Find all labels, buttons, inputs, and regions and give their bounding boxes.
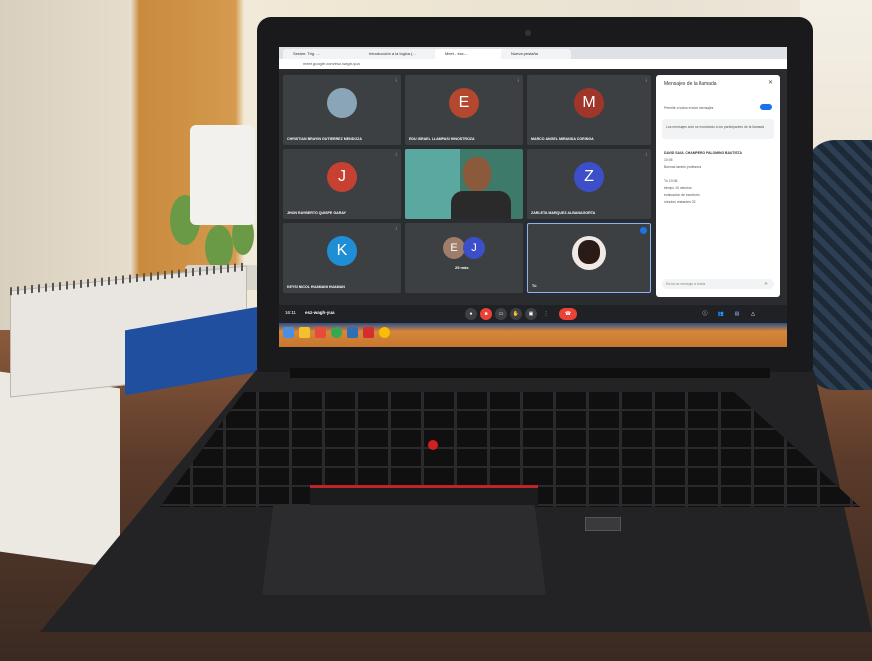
start-icon[interactable] bbox=[283, 327, 294, 338]
chat-panel-title: Mensajes de la llamada bbox=[664, 81, 717, 87]
speaker-body bbox=[451, 191, 511, 219]
webcam bbox=[525, 30, 531, 36]
avatar: M bbox=[574, 88, 604, 118]
browser-tab[interactable]: Introducción a la lógica (... bbox=[359, 49, 441, 59]
close-icon[interactable]: ✕ bbox=[768, 79, 773, 86]
more-options-icon[interactable] bbox=[640, 227, 647, 234]
chat-message: minutos restantes 02 bbox=[664, 200, 696, 204]
chat-icon[interactable]: ▤ bbox=[731, 308, 743, 320]
people-icon[interactable]: 👥 bbox=[715, 308, 727, 320]
avatar bbox=[327, 88, 357, 118]
address-bar[interactable]: meet.google.com/esz-wagh-yua bbox=[279, 59, 787, 69]
participant-tile: Z ⁝ ZARLETA MARQUEZ ALBANAGORTA bbox=[527, 149, 651, 219]
laptop-screen: Sesión: Trig. ... Introducción a la lógi… bbox=[279, 47, 787, 347]
mic-icon[interactable]: ● bbox=[465, 308, 477, 320]
chat-sender: DAVID SAUL CHAMPERO PALOMINO BAUTISTA bbox=[664, 151, 742, 155]
meet-control-bar: 16:11 esz-wagh-yua ● ■ ▭ ✋ ▣ ⋮ ☎ ⓘ 👥 ▤ △ bbox=[279, 305, 787, 323]
mic-off-icon: ⁝ bbox=[395, 78, 397, 84]
self-label: Tú bbox=[532, 284, 537, 288]
self-avatar-hair bbox=[578, 240, 600, 264]
avatar: E bbox=[443, 237, 465, 259]
app-icon[interactable] bbox=[315, 327, 326, 338]
meeting-time: 16:11 bbox=[285, 310, 296, 315]
mic-off-icon: ⁝ bbox=[395, 152, 397, 158]
browser-tab[interactable]: Nueva pestaña bbox=[501, 49, 571, 59]
mic-off-icon: ⁝ bbox=[645, 78, 647, 84]
present-icon[interactable]: ▣ bbox=[525, 308, 537, 320]
participant-tile: K ⁝ KEYSI NICOL HUAMANI HUAMAN bbox=[283, 223, 401, 293]
participant-name: EDU ISRAEL LLAMPASI HINOSTROZA bbox=[409, 137, 475, 141]
cushion bbox=[805, 140, 872, 390]
participant-name: ZARLETA MARQUEZ ALBANAGORTA bbox=[531, 211, 596, 215]
speaker-head bbox=[463, 157, 491, 191]
chat-panel: Mensajes de la llamada ✕ Permitir a todo… bbox=[656, 75, 780, 297]
os-taskbar bbox=[279, 323, 787, 347]
avatar: E bbox=[449, 88, 479, 118]
participant-name: JHON RAYBERTO QUISPE GARAY bbox=[287, 211, 346, 215]
mic-off-icon: ⁝ bbox=[645, 152, 647, 158]
chat-notice: Los mensajes solo se mostrarán a los par… bbox=[662, 119, 774, 139]
avatar: K bbox=[327, 236, 357, 266]
explorer-icon[interactable] bbox=[299, 327, 310, 338]
participant-tile: ⁝ CHRISTIAN BRAYIN GUTIERREZ MENDOZA bbox=[283, 75, 401, 145]
self-tile: Tú bbox=[527, 223, 651, 293]
browser-tab-bar: Sesión: Trig. ... Introducción a la lógi… bbox=[279, 47, 787, 59]
chat-message: tiempo 10 minutos bbox=[664, 186, 692, 190]
captions-icon[interactable]: ▭ bbox=[495, 308, 507, 320]
activities-icon[interactable]: △ bbox=[747, 308, 759, 320]
more-participants-tile[interactable]: E J 25 más bbox=[405, 223, 523, 293]
chrome-icon[interactable] bbox=[331, 327, 342, 338]
browser-tab[interactable]: Sesión: Trig. ... bbox=[283, 49, 365, 59]
more-count: 25 más bbox=[455, 265, 469, 270]
participant-name: KEYSI NICOL HUAMANI HUAMAN bbox=[287, 285, 345, 289]
mic-off-icon: ⁝ bbox=[517, 78, 519, 84]
papers-stack bbox=[0, 371, 120, 569]
camera-off-icon[interactable]: ■ bbox=[480, 308, 492, 320]
white-bag bbox=[190, 125, 255, 225]
avatar: J bbox=[463, 237, 485, 259]
end-call-icon[interactable]: ☎ bbox=[559, 308, 577, 320]
avatar: Z bbox=[574, 162, 604, 192]
touchpad bbox=[262, 505, 546, 595]
laptop-hinge bbox=[290, 368, 770, 378]
app-icon[interactable] bbox=[347, 327, 358, 338]
chat-toggle[interactable] bbox=[760, 104, 772, 110]
video-tile-speaker bbox=[405, 149, 523, 219]
browser-tab-active[interactable]: Meet - esz-... bbox=[435, 49, 507, 59]
more-icon[interactable]: ⋮ bbox=[540, 308, 552, 320]
participant-name: MARCO ANGEL MIRANDA CORINGA bbox=[531, 137, 594, 141]
hand-icon[interactable]: ✋ bbox=[510, 308, 522, 320]
chrome-icon[interactable] bbox=[379, 327, 390, 338]
chat-message: evaluación de escritorio bbox=[664, 193, 700, 197]
participant-name: CHRISTIAN BRAYIN GUTIERREZ MENDOZA bbox=[287, 137, 362, 141]
trackpoint bbox=[428, 440, 438, 450]
participant-tile: M ⁝ MARCO ANGEL MIRANDA CORINGA bbox=[527, 75, 651, 145]
chat-time: 10:05 bbox=[664, 158, 673, 162]
info-icon[interactable]: ⓘ bbox=[699, 308, 711, 320]
chat-sender: Tú 10:08 bbox=[664, 179, 678, 183]
toggle-label: Permitir a todos enviar mensajes bbox=[664, 106, 714, 110]
participant-tile: J ⁝ JHON RAYBERTO QUISPE GARAY bbox=[283, 149, 401, 219]
meeting-code: esz-wagh-yua bbox=[305, 310, 335, 315]
notice-text: Los mensajes solo se mostrarán a los par… bbox=[666, 125, 765, 129]
fingerprint-reader bbox=[585, 517, 621, 531]
avatar: J bbox=[327, 162, 357, 192]
chat-message: Buenas tardes profesora bbox=[664, 165, 702, 169]
mic-off-icon: ⁝ bbox=[395, 226, 397, 232]
send-icon[interactable]: ➤ bbox=[764, 281, 768, 287]
touchpad-buttons bbox=[310, 485, 538, 508]
chat-input[interactable]: Envía un mensaje a todos bbox=[662, 279, 774, 289]
participant-tile: E ⁝ EDU ISRAEL LLAMPASI HINOSTROZA bbox=[405, 75, 523, 145]
pdf-icon[interactable] bbox=[363, 327, 374, 338]
